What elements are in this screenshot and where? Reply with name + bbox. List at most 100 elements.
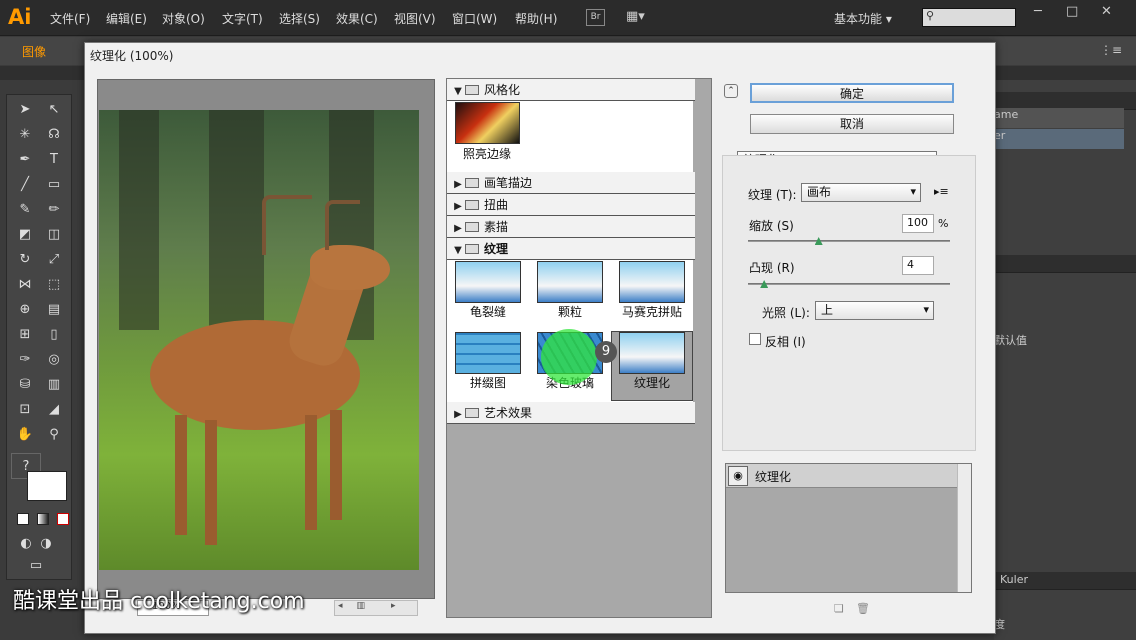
menu-help[interactable]: 帮助(H) [515,10,557,27]
scale-tool-icon[interactable]: ⤢ [45,251,63,269]
panel-menu-icon[interactable]: ⋮≡ [1100,43,1122,57]
width-tool-icon[interactable]: ⋈ [16,276,34,294]
deer-leg [305,415,317,530]
search-input[interactable] [922,8,1016,27]
draw-behind-icon[interactable]: ◑ [37,535,55,553]
category-label: 画笔描边 [484,176,533,190]
menu-file[interactable]: 文件(F) [50,10,90,27]
menu-view[interactable]: 视图(V) [394,10,436,27]
invert-checkbox[interactable] [749,333,761,345]
panel-row[interactable]: 度 [994,616,1124,636]
menu-window[interactable]: 窗口(W) [452,10,497,27]
gradient-tool-icon[interactable]: ▯ [45,326,63,344]
menu-object[interactable]: 对象(O) [162,10,205,27]
category-sketch[interactable]: ▶ 素描 [447,216,695,238]
preview-scrollbar[interactable]: ◂ ▥ ▸ [334,600,418,616]
blend-tool-icon[interactable]: ◎ [45,351,63,369]
column-graph-tool-icon[interactable]: ▥ [45,376,63,394]
layer-row[interactable]: ame [994,108,1124,128]
scaling-input[interactable]: 100 [902,214,934,233]
control-bar-selection-label[interactable]: 图像 [22,43,46,60]
blob-brush-tool-icon[interactable]: ◩ [16,226,34,244]
category-distort[interactable]: ▶ 扭曲 [447,194,695,216]
artboard-tool-icon[interactable]: ⊡ [16,401,34,419]
menu-edit[interactable]: 编辑(E) [106,10,147,27]
cursor-highlight [541,329,597,385]
shape-builder-tool-icon[interactable]: ⊕ [16,301,34,319]
selection-tool-icon[interactable]: ➤ [16,101,34,119]
free-transform-tool-icon[interactable]: ⬚ [45,276,63,294]
kuler-panel-header[interactable]: Kuler [994,572,1136,590]
magic-wand-tool-icon[interactable]: ✳ [16,126,34,144]
filter-thumb-grain[interactable] [537,261,603,303]
menu-select[interactable]: 选择(S) [279,10,320,27]
new-effect-layer-icon[interactable]: ❏ [834,602,844,615]
filter-thumb-mosaic-tiles[interactable] [619,261,685,303]
rectangle-tool-icon[interactable]: ▭ [45,176,63,194]
bridge-button[interactable]: Br [586,9,605,26]
slice-tool-icon[interactable]: ◢ [45,401,63,419]
light-select[interactable]: 上 [815,301,934,320]
filter-thumb-label: 拼缀图 [469,376,506,390]
minimize-button[interactable]: ─ [1034,4,1042,19]
texture-select[interactable]: 画布 [801,183,921,202]
draw-mode-icon[interactable]: ◐ [17,535,35,553]
layer-row[interactable]: er [994,129,1124,149]
filter-thumb-label: 颗粒 [557,305,582,319]
pencil-tool-icon[interactable]: ✏ [45,201,63,219]
gradient-mode-icon[interactable] [37,513,49,525]
mesh-tool-icon[interactable]: ⊞ [16,326,34,344]
filter-thumb-patchwork[interactable] [455,332,521,374]
default-style-label: 默认值 [994,334,1027,347]
eraser-tool-icon[interactable]: ◫ [45,226,63,244]
menu-effect[interactable]: 效果(C) [336,10,378,27]
line-tool-icon[interactable]: ╱ [16,176,34,194]
symbol-sprayer-tool-icon[interactable]: ⛁ [16,376,34,394]
menu-type[interactable]: 文字(T) [222,10,263,27]
scaling-slider-track[interactable] [748,240,950,242]
collapse-gallery-button[interactable]: ⌃ [724,84,738,98]
screen-mode-icon[interactable]: ▭ [27,557,45,575]
deer-antler [262,195,312,255]
zoom-tool-icon[interactable]: ⚲ [45,426,63,444]
layers-scrollbar[interactable] [957,464,971,592]
category-stylize[interactable]: ▼ 风格化 [447,79,695,101]
delete-effect-layer-icon[interactable]: 🗑 [856,602,870,615]
light-label: 光照 (L): [762,306,810,320]
eye-icon[interactable]: ◉ [728,466,748,486]
category-texture[interactable]: ▼ 纹理 [447,238,695,260]
relief-input[interactable]: 4 [902,256,934,275]
relief-slider-track[interactable] [748,283,950,285]
rotate-tool-icon[interactable]: ↻ [16,251,34,269]
cancel-button[interactable]: 取消 [750,114,954,134]
fill-stroke-swatch[interactable] [27,471,67,501]
eyedropper-tool-icon[interactable]: ✑ [16,351,34,369]
paintbrush-tool-icon[interactable]: ✎ [16,201,34,219]
ok-button[interactable]: 确定 [750,83,954,103]
default-style-item[interactable]: 默认值 [994,332,1124,352]
category-label: 艺术效果 [484,406,533,420]
hand-tool-icon[interactable]: ✋ [16,426,34,444]
maximize-button[interactable]: □ [1066,4,1078,19]
perspective-grid-tool-icon[interactable]: ▤ [45,301,63,319]
direct-selection-tool-icon[interactable]: ↖ [45,101,63,119]
type-tool-icon[interactable]: T [45,151,63,169]
workspace-switcher[interactable]: 基本功能 ▾ [834,10,892,27]
none-mode-icon[interactable] [57,513,69,525]
deer-antler [325,200,360,250]
deer-leg [175,415,187,535]
pen-tool-icon[interactable]: ✒ [16,151,34,169]
category-brush-strokes[interactable]: ▶ 画笔描边 [447,172,695,194]
filter-thumb-label: 照亮边缘 [462,147,511,161]
texture-menu-icon[interactable]: ▸≡ [934,185,949,198]
color-mode-icon[interactable] [17,513,29,525]
lasso-tool-icon[interactable]: ☊ [45,126,63,144]
category-label: 风格化 [484,83,521,97]
category-artistic[interactable]: ▶ 艺术效果 [447,402,695,424]
filter-thumb-craquelure[interactable] [455,261,521,303]
filter-thumb-glowing-edges[interactable] [455,102,520,144]
scaling-label: 缩放 (S) [749,219,794,233]
close-button[interactable]: ✕ [1101,4,1112,19]
arrange-documents-icon[interactable]: ▦▾ [626,9,654,26]
filter-thumb-texturizer[interactable] [619,332,685,374]
